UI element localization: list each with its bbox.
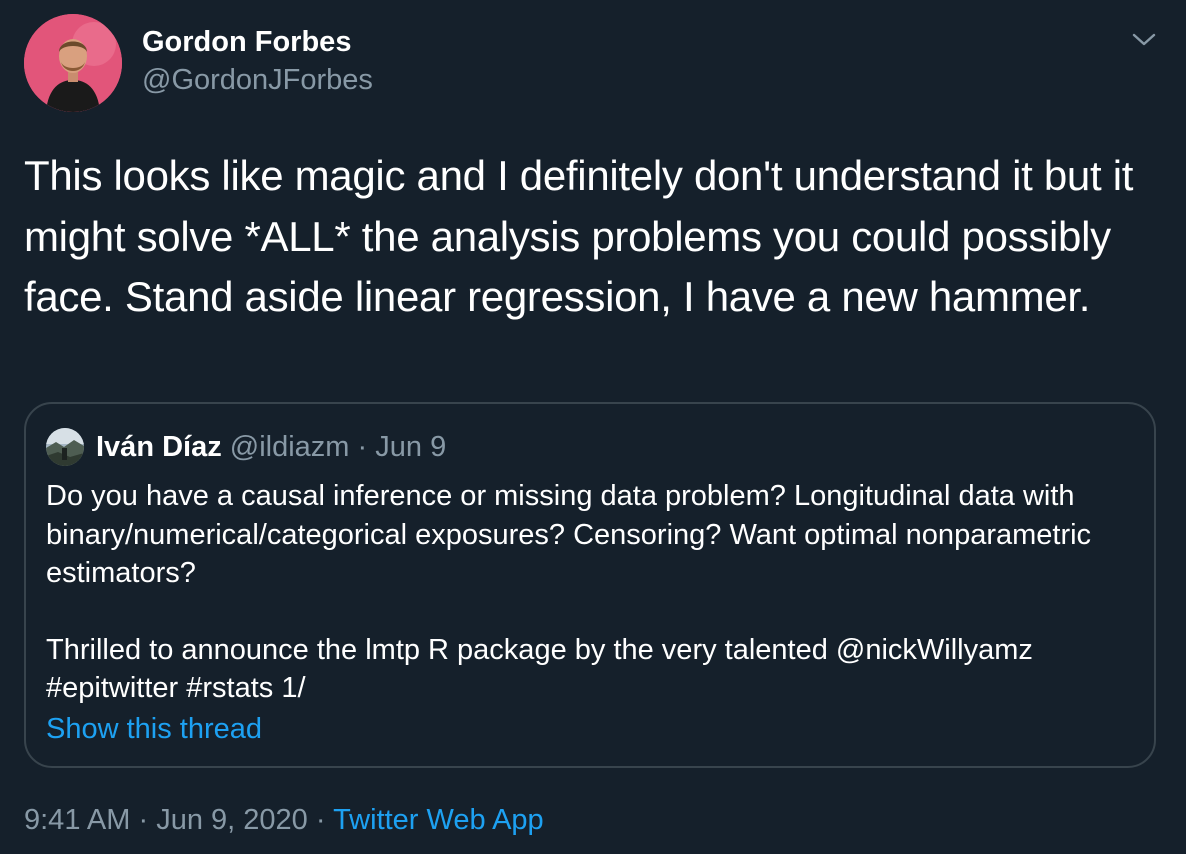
quoted-author-handle: @ildiazm bbox=[229, 431, 350, 463]
metadata-separator: · bbox=[138, 804, 149, 836]
quoted-separator: · bbox=[357, 431, 368, 463]
tweet-source-link[interactable]: Twitter Web App bbox=[333, 804, 544, 836]
author-name[interactable]: Gordon Forbes bbox=[142, 26, 351, 59]
quoted-author-name: Iván Díaz bbox=[96, 431, 222, 463]
show-thread-link[interactable]: Show this thread bbox=[46, 713, 262, 746]
chevron-down-icon[interactable] bbox=[1130, 28, 1158, 50]
author-handle[interactable]: @GordonJForbes bbox=[142, 64, 373, 97]
quoted-tweet-header: Iván Díaz @ildiazm · Jun 9 bbox=[96, 428, 446, 466]
quoted-tweet-text: Do you have a causal inference or missin… bbox=[46, 477, 1136, 708]
quoted-author-avatar bbox=[46, 428, 84, 466]
quoted-paragraph-1: Do you have a causal inference or missin… bbox=[46, 480, 1092, 589]
quoted-tweet-card[interactable]: Iván Díaz @ildiazm · Jun 9 Do you have a… bbox=[24, 402, 1156, 768]
tweet-metadata: 9:41 AM · Jun 9, 2020 · Twitter Web App bbox=[24, 804, 544, 837]
metadata-separator: · bbox=[315, 804, 326, 836]
landscape-photo-icon bbox=[46, 428, 84, 466]
quoted-paragraph-2: Thrilled to announce the lmtp R package … bbox=[46, 633, 1033, 705]
quoted-date: Jun 9 bbox=[375, 431, 447, 463]
tweet-text: This looks like magic and I definitely d… bbox=[24, 152, 1134, 320]
author-avatar[interactable] bbox=[24, 14, 122, 112]
avatar-photo bbox=[24, 14, 122, 112]
tweet-date[interactable]: Jun 9, 2020 bbox=[156, 804, 308, 836]
tweet-time[interactable]: 9:41 AM bbox=[24, 804, 130, 836]
